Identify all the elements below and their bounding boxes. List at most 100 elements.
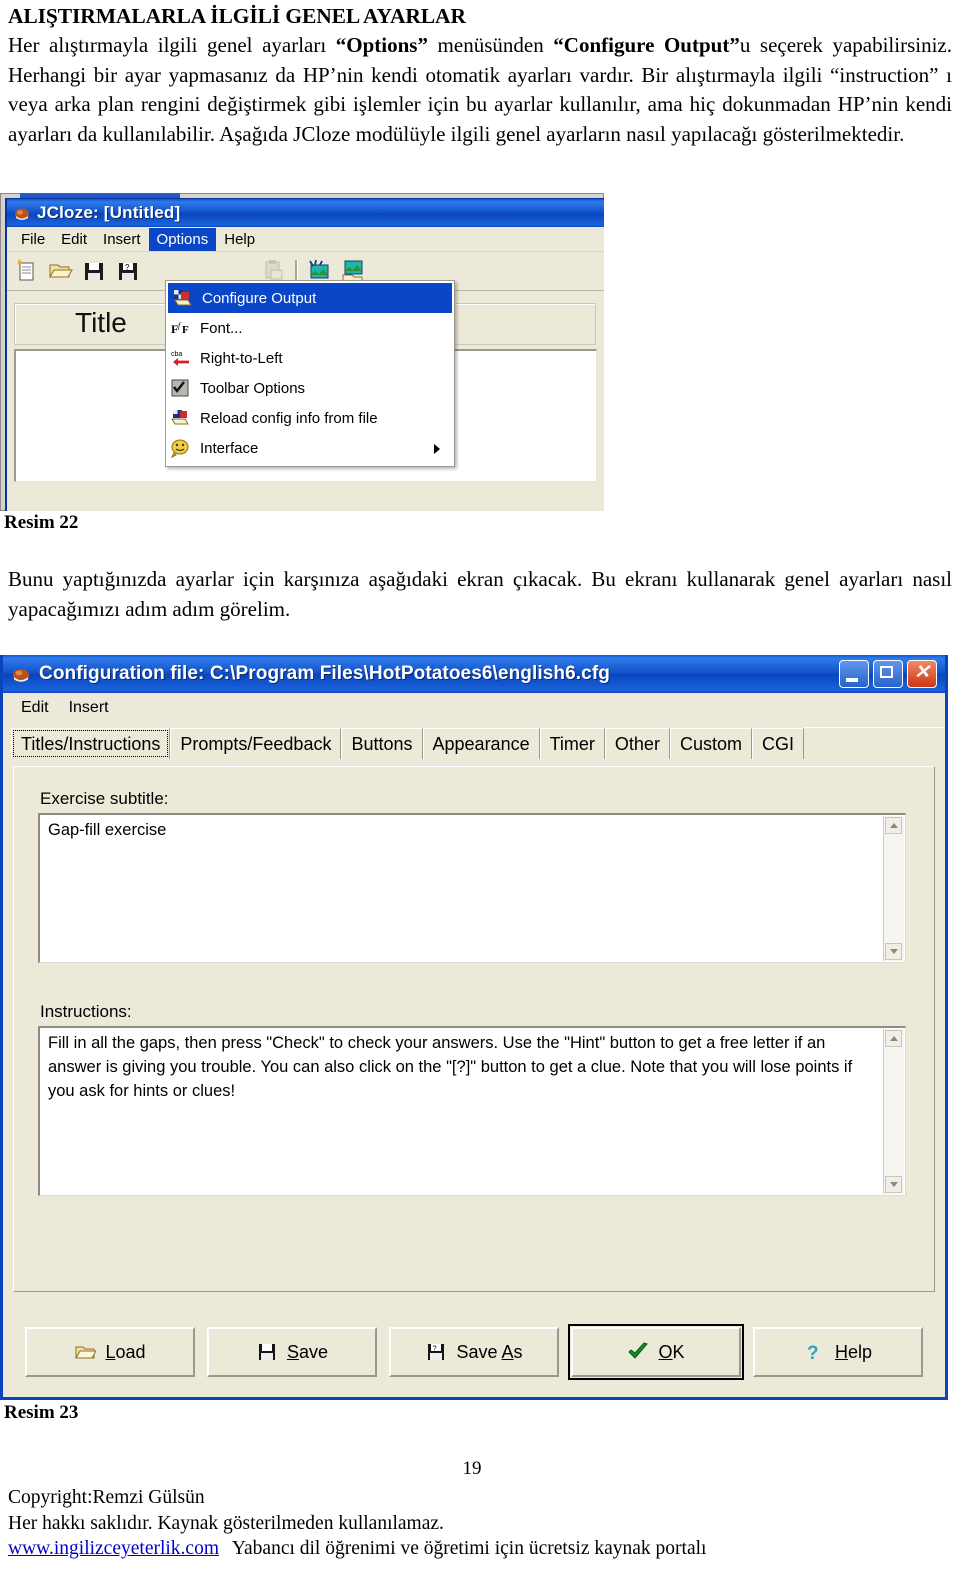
exercise-subtitle-group: Exercise subtitle: Gap-fill exercise — [38, 789, 906, 963]
svg-text:?: ? — [807, 1343, 819, 1363]
config-title-text: Configuration file: C:\Program Files\Hot… — [39, 663, 610, 684]
exercise-subtitle-label: Exercise subtitle: — [40, 789, 169, 808]
intro-text-1: Her alıştırmayla ilgili genel ayarları — [8, 32, 336, 57]
svg-text:?: ? — [125, 263, 130, 272]
scroll-down-icon[interactable] — [885, 943, 902, 960]
intro-text-2: menüsünden — [427, 32, 554, 57]
tab-other[interactable]: Other — [604, 728, 670, 759]
titles-instructions-panel: Exercise subtitle: Gap-fill exercise Ins… — [13, 766, 935, 1292]
footer-copyright: Copyright:Remzi Gülsün — [8, 1487, 205, 1508]
menu-item-font[interactable]: F f F Font... — [166, 313, 454, 343]
reload-config-icon — [170, 408, 192, 428]
open-folder-icon — [74, 1341, 98, 1363]
toolbar-options-icon — [170, 378, 192, 398]
subtitle-scrollbar[interactable] — [883, 816, 904, 961]
footer-website-link[interactable]: www.ingilizceyeterlik.com — [8, 1538, 219, 1559]
save-as-button-label: Save As — [456, 1341, 523, 1362]
intro-paragraph: Her alıştırmayla ilgili genel ayarları “… — [8, 31, 952, 150]
save-disk-icon[interactable] — [81, 258, 107, 284]
dialog-button-bar[interactable]: Load Save ? Save As OK ? Help — [13, 1321, 935, 1383]
right-to-left-icon: cba — [170, 348, 192, 368]
svg-text:?: ? — [433, 1344, 437, 1353]
caption-resim-22: Resim 22 — [4, 512, 79, 533]
svg-text:F: F — [182, 324, 189, 336]
menu-item-label: Toolbar Options — [200, 379, 306, 397]
scroll-up-icon[interactable] — [885, 1030, 902, 1047]
minimize-button[interactable] — [839, 660, 869, 688]
footer-tagline: Yabancı dil öğrenimi ve öğretimi için üc… — [231, 1538, 707, 1560]
menu-item-configure-output[interactable]: Configure Output — [168, 283, 452, 313]
instructions-input[interactable]: Fill in all the gaps, then press "Check"… — [38, 1026, 906, 1196]
svg-text:cba: cba — [171, 351, 182, 358]
load-button-label: Load — [105, 1341, 146, 1362]
jcloze-titlebar: JCloze: [Untitled] — [7, 199, 604, 227]
save-button-label: Save — [286, 1341, 329, 1362]
footer-rights: Her hakkı saklıdır. Kaynak gösterilmeden… — [8, 1512, 444, 1534]
menu-item-toolbar-options[interactable]: Toolbar Options — [166, 373, 454, 403]
menu-item-reload-config[interactable]: Reload config info from file — [166, 403, 454, 433]
help-button-label: Help — [834, 1341, 873, 1362]
ok-button[interactable]: OK — [568, 1324, 744, 1380]
config-titlebar: Configuration file: C:\Program Files\Hot… — [3, 655, 945, 693]
tab-buttons[interactable]: Buttons — [341, 728, 423, 759]
footer-site-line: www.ingilizceyeterlik.com Yabancı dil öğ… — [8, 1536, 952, 1562]
menu-options[interactable]: Options — [148, 227, 217, 251]
maximize-button[interactable] — [873, 660, 903, 688]
menu-item-label: Font... — [200, 319, 243, 337]
save-disk-icon — [256, 1341, 278, 1363]
page-title: ALIŞTIRMALARLA İLGİLİ GENEL AYARLAR — [8, 4, 466, 28]
jcloze-title-field-label: Title — [75, 307, 127, 338]
tab-custom[interactable]: Custom — [669, 728, 752, 759]
config-menubar[interactable]: Edit Insert — [3, 693, 945, 723]
close-button[interactable]: ✕ — [907, 660, 937, 688]
configuration-dialog-screenshot: Configuration file: C:\Program Files\Hot… — [0, 655, 948, 1400]
menu-edit[interactable]: Edit — [53, 228, 95, 251]
options-dropdown-menu[interactable]: Configure Output F f F Font... cba Right… — [165, 280, 455, 467]
configure-output-emphasis: “Configure Output” — [553, 32, 740, 57]
hot-potato-icon — [13, 204, 31, 222]
ok-button-label: OK — [658, 1341, 685, 1362]
options-emphasis: “Options” — [335, 32, 428, 57]
load-button[interactable]: Load — [25, 1327, 195, 1377]
help-button[interactable]: ? Help — [753, 1327, 923, 1377]
menu-item-right-to-left[interactable]: cba Right-to-Left — [166, 343, 454, 373]
save-as-button[interactable]: ? Save As — [389, 1327, 559, 1377]
jcloze-menubar[interactable]: File Edit Insert Options Help — [7, 227, 604, 252]
save-as-disk-icon[interactable]: ? — [115, 258, 141, 284]
menu-help[interactable]: Help — [216, 228, 263, 251]
tab-cgi[interactable]: CGI — [751, 728, 804, 759]
menu-edit[interactable]: Edit — [13, 696, 57, 720]
scroll-down-icon[interactable] — [885, 1176, 902, 1193]
tab-titles-instructions[interactable]: Titles/Instructions — [11, 728, 171, 759]
new-document-icon[interactable] — [13, 258, 39, 284]
scroll-up-icon[interactable] — [885, 817, 902, 834]
menu-file[interactable]: File — [13, 228, 53, 251]
page-number: 19 — [462, 1458, 482, 1479]
question-mark-icon: ? — [804, 1341, 826, 1364]
jcloze-window-screenshot: JCloze: [Untitled] File Edit Insert Opti… — [0, 193, 604, 511]
instructions-label: Instructions: — [40, 1002, 132, 1021]
tab-prompts-feedback[interactable]: Prompts/Feedback — [170, 728, 342, 759]
green-check-icon — [627, 1341, 649, 1363]
menu-item-interface[interactable]: Interface — [166, 433, 454, 463]
instructions-value: Fill in all the gaps, then press "Check"… — [48, 1034, 857, 1100]
menu-item-label: Interface — [200, 439, 259, 457]
hot-potato-icon — [11, 664, 31, 684]
instructions-scrollbar[interactable] — [883, 1029, 904, 1194]
config-tabs[interactable]: Titles/Instructions Prompts/Feedback But… — [3, 723, 945, 759]
jcloze-window: JCloze: [Untitled] File Edit Insert Opti… — [5, 198, 604, 511]
configure-output-icon — [172, 288, 194, 308]
save-as-disk-icon: ? — [425, 1341, 447, 1363]
tab-timer[interactable]: Timer — [539, 728, 605, 759]
menu-insert[interactable]: Insert — [95, 228, 149, 251]
tab-appearance[interactable]: Appearance — [422, 728, 540, 759]
menu-item-label: Reload config info from file — [200, 409, 378, 427]
save-button[interactable]: Save — [207, 1327, 377, 1377]
exercise-subtitle-input[interactable]: Gap-fill exercise — [38, 813, 906, 963]
menu-insert[interactable]: Insert — [61, 696, 117, 720]
open-folder-icon[interactable] — [47, 258, 73, 284]
tab-row-filler — [803, 727, 945, 759]
window-controls[interactable]: ✕ — [839, 660, 937, 688]
submenu-arrow-icon — [434, 444, 440, 454]
paragraph-two: Bunu yaptığınızda ayarlar için karşınıza… — [8, 567, 952, 621]
